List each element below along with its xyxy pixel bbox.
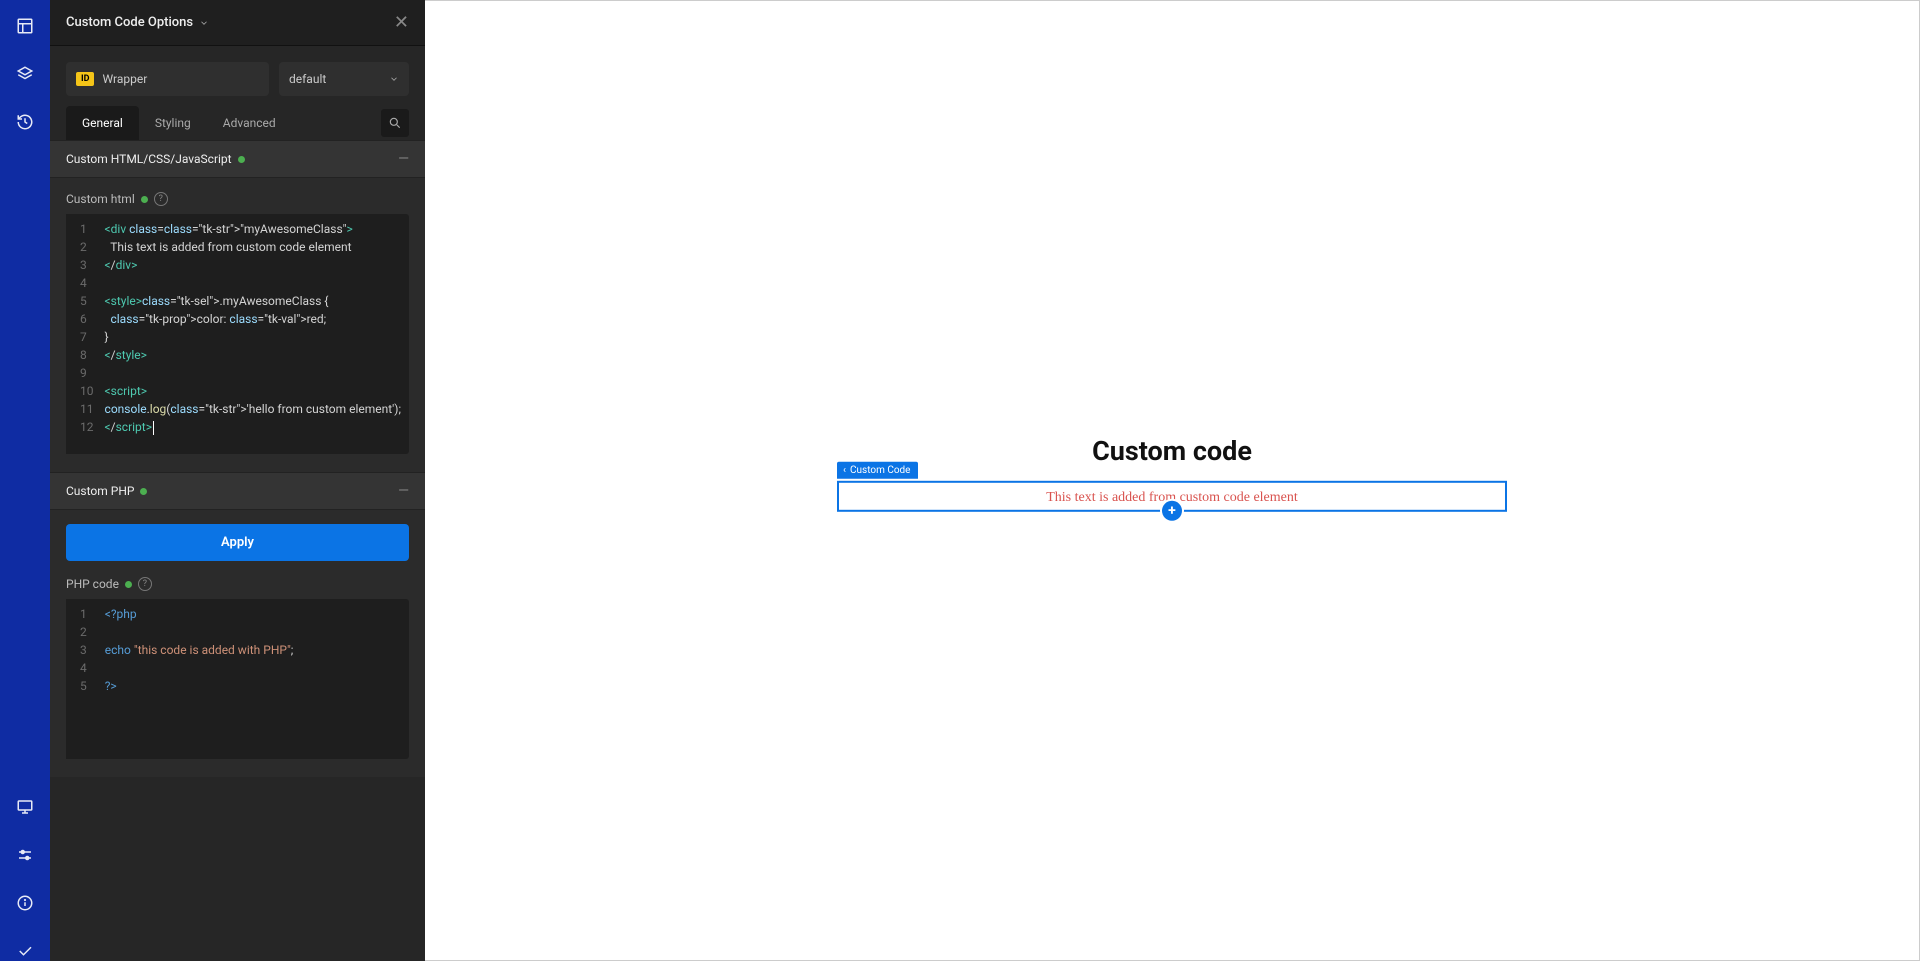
panel-icon[interactable] [15, 16, 35, 36]
close-icon[interactable]: ✕ [394, 12, 409, 33]
history-icon[interactable] [15, 112, 35, 132]
help-icon[interactable]: ? [138, 577, 152, 591]
apply-button[interactable]: Apply [66, 524, 409, 561]
tab-styling[interactable]: Styling [139, 106, 207, 140]
tab-advanced[interactable]: Advanced [207, 106, 292, 140]
check-icon[interactable] [15, 941, 35, 961]
options-panel: Custom Code Options ✕ ID Wrapper default… [50, 0, 425, 961]
collapse-icon[interactable]: — [398, 483, 409, 499]
panel-title[interactable]: Custom Code Options [66, 15, 209, 30]
element-id-chip[interactable]: ID Wrapper [66, 62, 269, 96]
active-indicator-icon [140, 488, 147, 495]
chevron-down-icon [199, 18, 209, 28]
section-custom-html-header[interactable]: Custom HTML/CSS/JavaScript — [50, 140, 425, 178]
preset-select[interactable]: default [279, 62, 409, 96]
desktop-icon[interactable] [15, 797, 35, 817]
line-gutter: 123456789101112 [66, 214, 97, 454]
info-icon[interactable] [15, 893, 35, 913]
id-badge: ID [76, 72, 94, 86]
line-gutter: 12345 [66, 599, 97, 759]
code-content[interactable]: <div class=class="tk-str">"myAwesomeClas… [97, 214, 409, 454]
canvas[interactable]: Custom code ‹ Custom Code This text is a… [425, 0, 1920, 961]
add-element-button[interactable]: + [1162, 500, 1182, 520]
php-code-editor[interactable]: 12345 <?php echo "this code is added wit… [66, 599, 409, 759]
sliders-icon[interactable] [15, 845, 35, 865]
panel-header: Custom Code Options ✕ [50, 0, 425, 46]
collapse-icon[interactable]: — [398, 151, 409, 167]
section-custom-php-body: Apply PHP code ? 12345 <?php echo "this … [50, 510, 425, 777]
chevron-left-icon: ‹ [843, 464, 846, 475]
preset-value: default [289, 72, 326, 86]
tabs: General Styling Advanced [50, 106, 425, 140]
selected-element[interactable]: ‹ Custom Code This text is added from cu… [837, 480, 1507, 511]
section-title: Custom HTML/CSS/JavaScript [66, 152, 232, 166]
id-value: Wrapper [102, 72, 147, 86]
left-rail [0, 0, 50, 961]
help-icon[interactable]: ? [154, 192, 168, 206]
layers-icon[interactable] [15, 64, 35, 84]
active-indicator-icon [141, 196, 148, 203]
active-indicator-icon [125, 581, 132, 588]
php-code-label: PHP code ? [66, 577, 409, 591]
tab-general[interactable]: General [66, 106, 139, 140]
active-indicator-icon [238, 156, 245, 163]
section-title: Custom PHP [66, 484, 134, 498]
code-content[interactable]: <?php echo "this code is added with PHP"… [97, 599, 409, 759]
selection-label[interactable]: ‹ Custom Code [837, 461, 918, 478]
page-title: Custom code [837, 434, 1507, 466]
custom-html-label: Custom html ? [66, 192, 409, 206]
custom-html-editor[interactable]: 123456789101112 <div class=class="tk-str… [66, 214, 409, 454]
section-custom-php-header[interactable]: Custom PHP — [50, 472, 425, 510]
search-icon[interactable] [381, 109, 409, 137]
chevron-down-icon [389, 74, 399, 84]
section-custom-html-body: Custom html ? 123456789101112 <div class… [50, 178, 425, 472]
panel-title-text: Custom Code Options [66, 15, 193, 30]
